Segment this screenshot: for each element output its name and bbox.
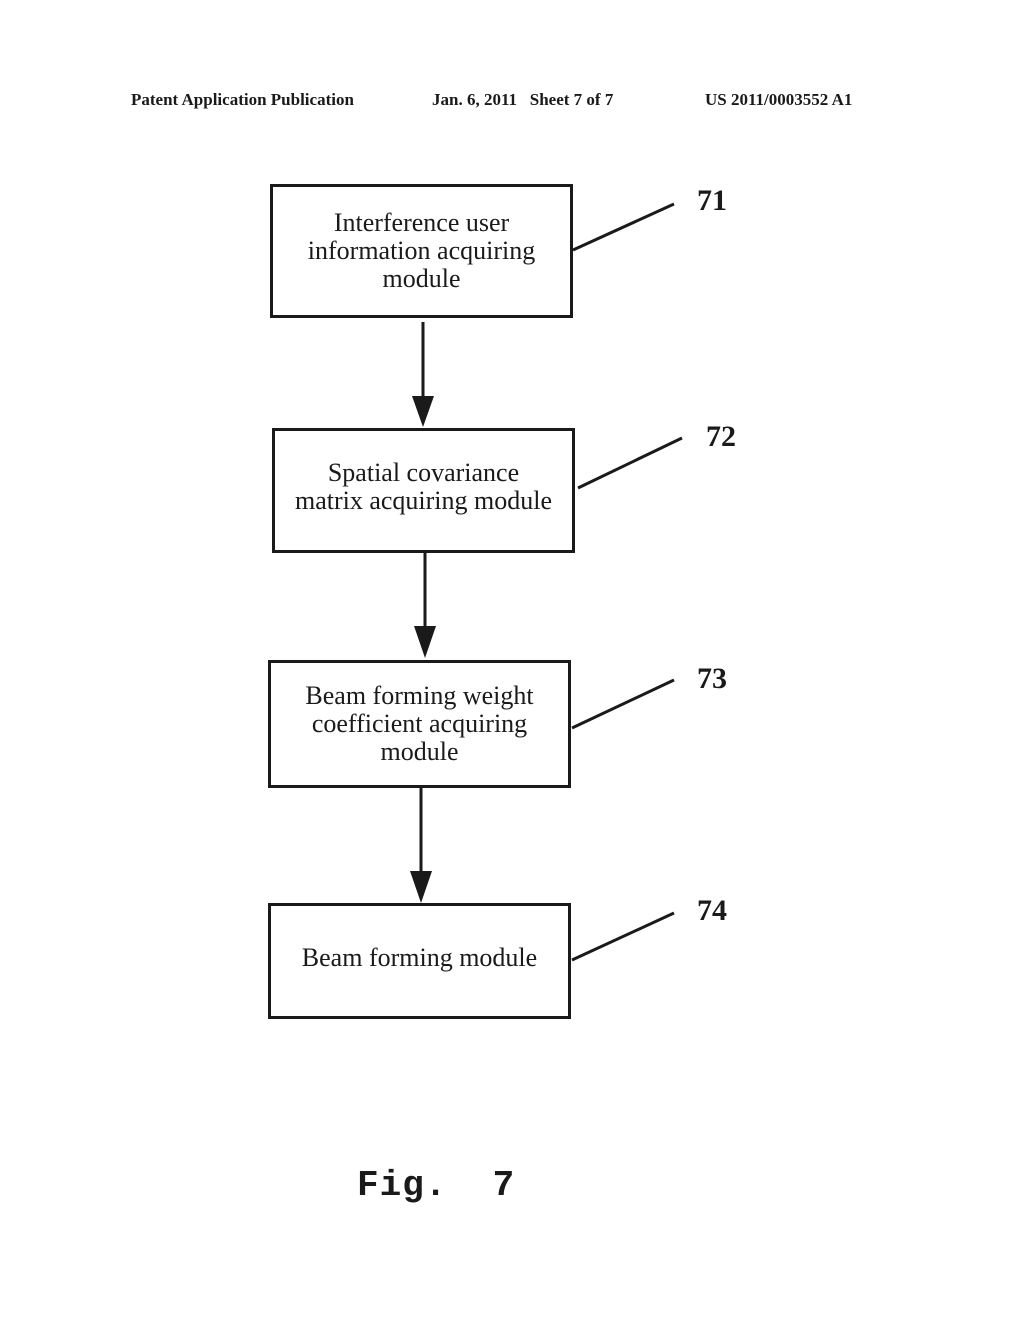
arrow-72-to-73	[414, 552, 436, 658]
arrow-73-to-74	[410, 787, 432, 903]
ref-number-74: 74	[697, 894, 727, 927]
figure-label: Fig. 7	[357, 1165, 516, 1206]
module-label: Spatial covariance matrix acquiring modu…	[294, 457, 553, 515]
arrow-71-to-72	[412, 322, 434, 427]
module-label: Interference user information acquiring …	[307, 208, 536, 293]
module-label: Beam forming weight coefficient acquirin…	[305, 681, 534, 766]
module-box-73: Beam forming weight coefficient acquirin…	[268, 660, 571, 788]
leader-line-74	[571, 911, 675, 962]
ref-number-71: 71	[697, 184, 727, 217]
ref-number-73: 73	[697, 662, 727, 695]
leader-line-72	[577, 436, 683, 490]
leader-line-71	[572, 202, 675, 252]
module-box-72: Spatial covariance matrix acquiring modu…	[272, 428, 575, 553]
leader-line-73	[571, 678, 675, 730]
module-label: Beam forming module	[301, 943, 538, 972]
module-box-71: Interference user information acquiring …	[270, 184, 573, 318]
module-box-74: Beam forming module	[268, 903, 571, 1019]
ref-number-72: 72	[706, 420, 736, 453]
